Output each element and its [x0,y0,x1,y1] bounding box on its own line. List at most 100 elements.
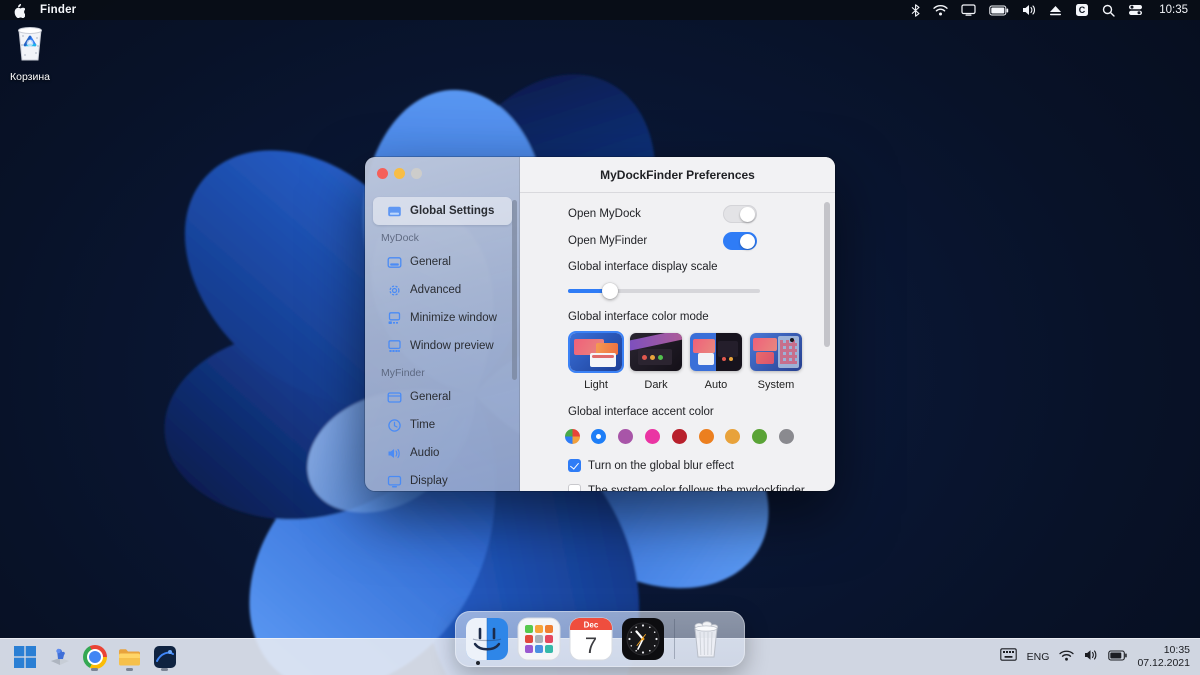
menu-bar: Finder C [0,0,1200,20]
color-mode-auto[interactable]: Auto [688,333,744,391]
dock-clock-icon[interactable] [621,617,665,661]
open-myfinder-toggle[interactable] [723,232,757,250]
sidebar-scrollbar[interactable] [512,200,517,380]
tray-wifi-icon[interactable] [1059,648,1074,666]
desktop-trash-icon[interactable]: Корзина [6,26,54,83]
window-content: MyDockFinder Preferences Open MyDock Ope… [520,157,835,491]
volume-icon[interactable] [1022,4,1036,16]
color-mode-label-auto: Auto [705,379,728,391]
sidebar-item-general[interactable]: General [373,248,512,276]
sidebar-item-minimize-window[interactable]: Minimize window [373,304,512,332]
accent-swatch-#8a8a8f[interactable] [779,429,794,444]
file-explorer-icon[interactable] [117,644,142,671]
sidebar-item-global-settings[interactable]: Global Settings [373,197,512,225]
running-indicator [91,668,98,671]
accent-swatch-#a855a8[interactable] [618,429,633,444]
color-mode-light[interactable]: Light [568,333,624,391]
sidebar-item-advanced[interactable]: Advanced [373,276,512,304]
blur-effect-row: Turn on the global blur effect [568,459,734,472]
dock-trash-icon[interactable] [684,617,728,661]
sidebar-item-label: MyFinder [381,367,425,379]
dock-finder-icon[interactable] [465,617,509,661]
accent-color-row [520,429,835,445]
wifi-icon[interactable] [933,4,948,16]
toggle-knob [740,207,755,222]
dark-mode-thumbnail[interactable] [630,333,682,371]
display-icon[interactable] [961,4,976,16]
settings-panel: Open MyDock Open MyFinder Global interfa… [520,193,835,491]
auto-mode-thumbnail[interactable] [690,333,742,371]
accent-swatch-#b8202c[interactable] [672,429,687,444]
dock-separator [674,619,675,659]
mydockfinder-app-icon[interactable] [152,644,177,671]
accent-swatch-#ec7f1f[interactable] [699,429,714,444]
trash-basket-icon [12,26,48,64]
clipboard-app-icon[interactable]: C [1075,3,1089,17]
audio-icon [387,446,402,461]
apple-menu-icon[interactable] [12,3,25,18]
language-indicator[interactable]: ENG [1027,651,1050,663]
toggle-knob [740,234,755,249]
accent-swatch-#ea34a3[interactable] [645,429,660,444]
sidebar-item-label: Window preview [410,340,494,352]
sidebar-item-label: Minimize window [410,312,497,324]
sidebar-item-general[interactable]: General [373,383,512,411]
menubar-clock[interactable]: 10:35 [1159,4,1188,16]
running-indicator [161,668,168,671]
window-titlebar: MyDockFinder Preferences [520,157,835,193]
dock-calendar-icon[interactable]: Dec 7 [569,617,613,661]
tray-battery-icon[interactable] [1108,648,1127,666]
search-icon[interactable] [1102,4,1115,17]
sidebar-item-label: Global Settings [410,205,494,217]
accent-swatch-#1e7ef7[interactable] [591,429,606,444]
accent-swatch-#e8a23b[interactable] [725,429,740,444]
color-mode-label-light: Light [584,379,608,391]
system-color-checkbox[interactable] [568,484,581,491]
sidebar-item-display[interactable]: Display [373,467,512,491]
menubar-app-name[interactable]: Finder [40,4,76,16]
color-mode-label-dark: Dark [644,379,667,391]
desktop: Finder C [0,0,1200,675]
color-mode-options: Light Dark Auto System [568,333,804,391]
minimize-button[interactable] [394,168,405,179]
accent-swatch-#5aa336[interactable] [752,429,767,444]
sidebar-item-label: General [410,391,451,403]
eject-icon[interactable] [1049,5,1062,16]
display-icon [387,474,402,489]
open-mydock-toggle[interactable] [723,205,757,223]
window-sidebar: Global SettingsMyDockGeneralAdvancedMini… [365,157,520,491]
clock-icon [387,418,402,433]
touch-keyboard-icon[interactable] [1000,648,1017,666]
content-scrollbar[interactable] [824,202,830,347]
color-mode-dark[interactable]: Dark [628,333,684,391]
taskbar-time: 10:35 [1137,644,1190,657]
close-button[interactable] [377,168,388,179]
sidebar-item-window-preview[interactable]: Window preview [373,332,512,360]
taskbar-3d-app-icon[interactable] [47,644,72,671]
start-button[interactable] [12,644,37,671]
zoom-button[interactable] [411,168,422,179]
finder-running-indicator [476,661,480,665]
slider-thumb[interactable] [602,283,618,299]
control-center-icon[interactable] [1128,4,1143,16]
open-myfinder-label: Open MyFinder [568,235,647,247]
tray-volume-icon[interactable] [1084,648,1098,666]
blur-effect-checkbox[interactable] [568,459,581,472]
accent-swatch-rainbow[interactable] [565,429,580,444]
display-scale-slider[interactable] [568,289,760,293]
calendar-month: Dec [584,621,599,630]
light-mode-thumbnail[interactable] [570,333,622,371]
system-color-row: The system color follows the mydockfinde… [568,484,805,491]
color-mode-system[interactable]: System [748,333,804,391]
system-mode-thumbnail[interactable] [750,333,802,371]
window-title: MyDockFinder Preferences [600,168,755,182]
selected-accent-dot [596,434,601,439]
sidebar-item-time[interactable]: Time [373,411,512,439]
dock-launchpad-icon[interactable] [517,617,561,661]
chrome-icon[interactable] [82,644,107,671]
sidebar-item-audio[interactable]: Audio [373,439,512,467]
running-indicator [126,668,133,671]
taskbar-clock[interactable]: 10:35 07.12.2021 [1137,644,1190,670]
battery-icon[interactable] [989,5,1009,16]
bluetooth-icon[interactable] [911,4,920,17]
